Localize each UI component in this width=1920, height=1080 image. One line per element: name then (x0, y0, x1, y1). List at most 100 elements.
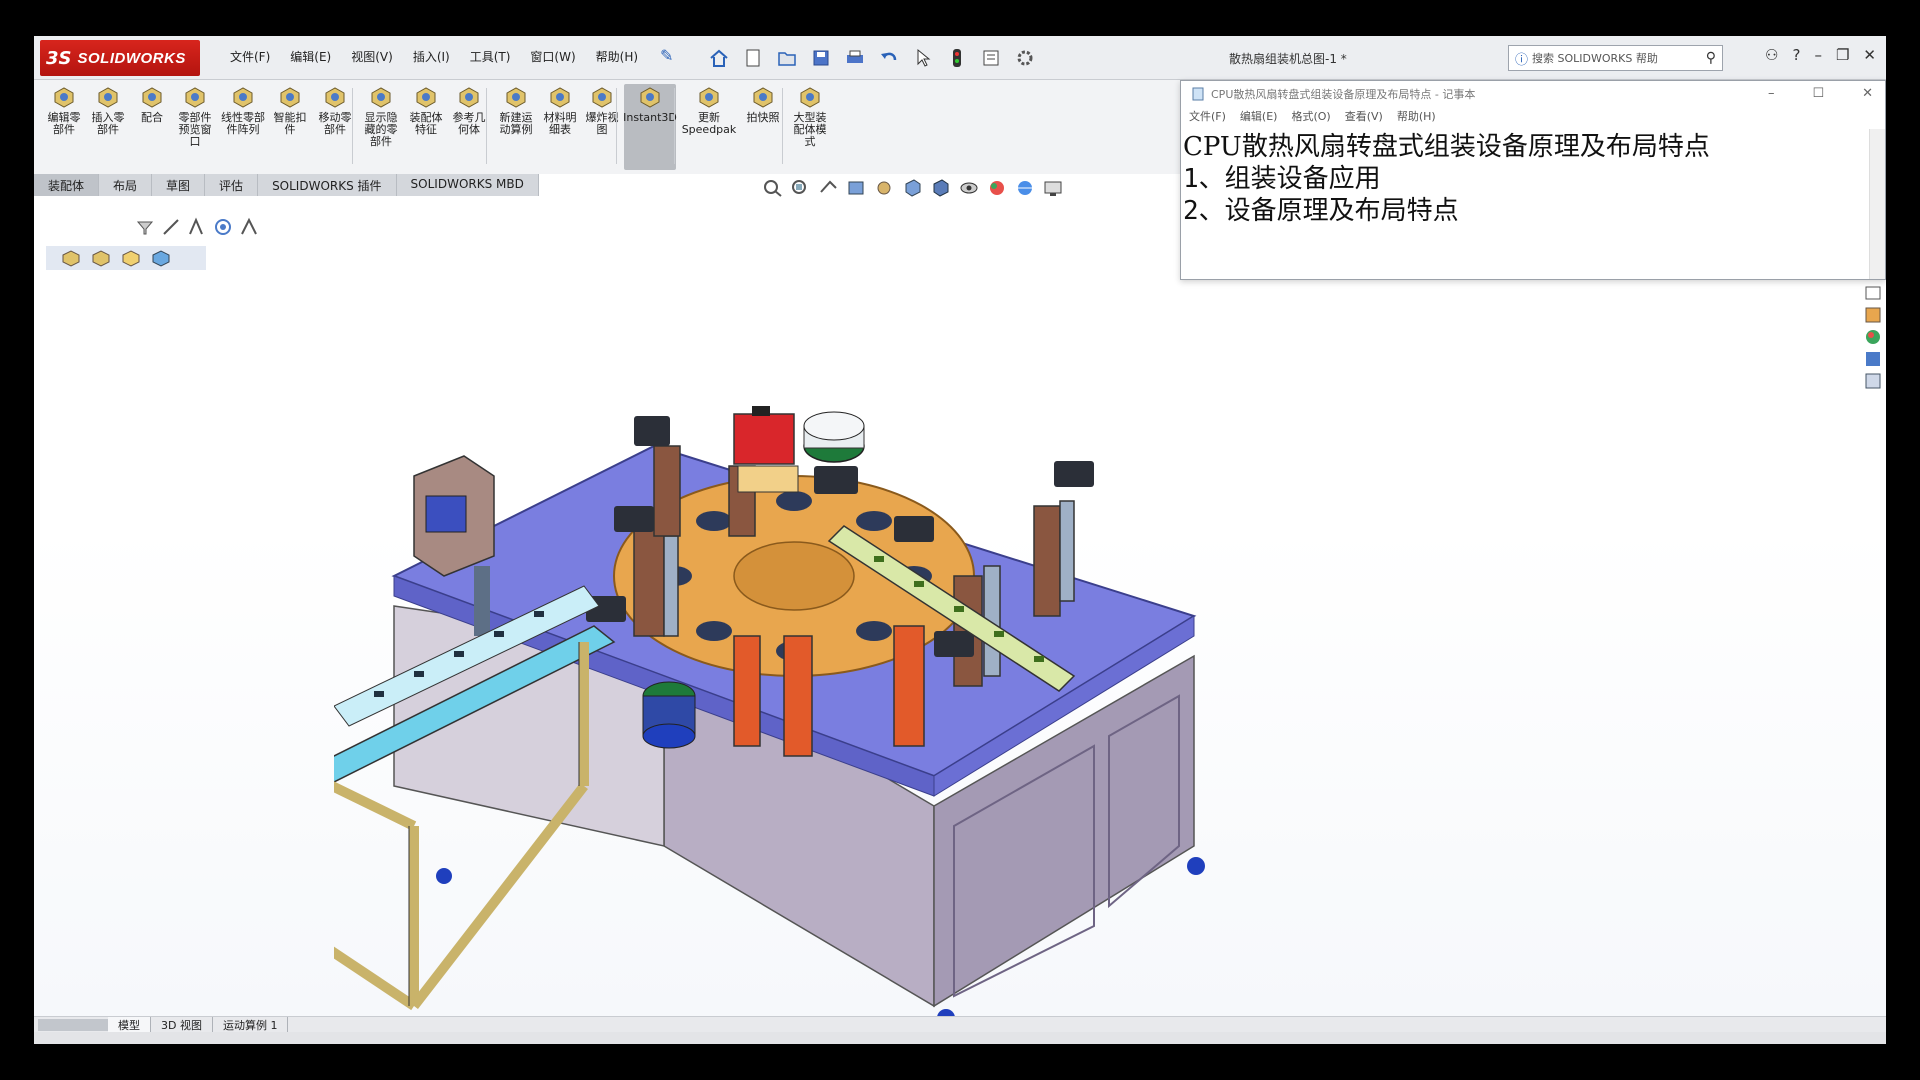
notepad-minimize-icon[interactable]: – (1768, 86, 1775, 101)
cmd-button-linear-pattern[interactable]: 线性零部 件阵列 (218, 84, 268, 136)
file-properties-icon[interactable] (976, 44, 1006, 72)
assembly-feature-icon (416, 87, 436, 108)
display-manager-icon[interactable] (150, 248, 172, 268)
configuration-manager-icon[interactable] (120, 248, 142, 268)
cmd-button-instant3d[interactable]: Instant3D (623, 84, 677, 170)
notepad-menu-format[interactable]: 格式(O) (1291, 108, 1330, 124)
save-icon[interactable] (806, 44, 836, 72)
tab-mbd[interactable]: SOLIDWORKS MBD (396, 174, 539, 196)
heads-up-view-toolbar (762, 178, 1064, 198)
view-orientation-icon[interactable] (902, 178, 924, 198)
options-gear-icon[interactable] (1010, 44, 1040, 72)
menu-edit[interactable]: 编辑(E) (280, 48, 341, 65)
sketch-relation-icon[interactable] (186, 216, 208, 238)
help-icon: ⓘ (1515, 52, 1529, 68)
notepad-text-area[interactable]: CPU散热风扇转盘式组装设备原理及布局特点 1、组装设备应用 2、设备原理及布局… (1181, 129, 1869, 279)
cmd-button-label: 材料明 细表 (543, 111, 577, 136)
previous-view-icon[interactable] (818, 178, 840, 198)
apply-scene-icon[interactable] (1014, 178, 1036, 198)
target-icon[interactable] (212, 216, 234, 238)
edit-appearance-icon[interactable] (986, 178, 1008, 198)
notepad-maximize-icon[interactable]: ☐ (1812, 86, 1824, 101)
hide-show-icon[interactable] (958, 178, 980, 198)
cmd-button-component-preview[interactable]: 零部件 预览窗 口 (174, 84, 216, 148)
ds-logo-mark: 3S (46, 47, 72, 69)
cmd-button-edit-component[interactable]: 编辑零 部件 (44, 84, 84, 136)
menu-help[interactable]: 帮助(H) (586, 48, 648, 65)
cmd-button-assembly-feature[interactable]: 装配体 特征 (406, 84, 446, 136)
sketch-line-icon[interactable] (160, 216, 182, 238)
cmd-button-show-hidden[interactable]: 显示隐 藏的零 部件 (360, 84, 402, 148)
menu-window[interactable]: 窗口(W) (520, 48, 585, 65)
tab-evaluate[interactable]: 评估 (205, 174, 259, 196)
display-style-icon[interactable] (930, 178, 952, 198)
task-pane-tabs (1860, 280, 1886, 410)
section-view-icon[interactable] (846, 178, 868, 198)
file-explorer-icon[interactable] (1864, 350, 1882, 368)
home-icon[interactable] (704, 44, 734, 72)
component-preview-icon (185, 87, 205, 108)
traffic-light-icon[interactable] (942, 44, 972, 72)
zoom-to-fit-icon[interactable] (762, 178, 784, 198)
pin-icon[interactable]: ✎ (660, 46, 678, 66)
view-settings-icon[interactable] (1042, 178, 1064, 198)
undo-icon[interactable] (874, 44, 904, 72)
tab-3d-views[interactable]: 3D 视图 (151, 1016, 213, 1033)
open-folder-icon[interactable] (772, 44, 802, 72)
tab-layout[interactable]: 布局 (99, 174, 153, 196)
close-icon[interactable]: ✕ (1863, 46, 1876, 64)
cmd-button-smart-fastener[interactable]: 智能扣 件 (270, 84, 310, 136)
resources-icon[interactable] (1864, 284, 1882, 302)
cmd-button-speedpak[interactable]: 更新 Speedpak (680, 84, 738, 136)
menu-insert[interactable]: 插入(I) (403, 48, 460, 65)
feature-manager-icon[interactable] (60, 248, 82, 268)
assembly-model[interactable] (334, 406, 1314, 1026)
notepad-close-icon[interactable]: ✕ (1862, 86, 1873, 101)
cmd-button-bom[interactable]: 材料明 细表 (540, 84, 580, 136)
restore-icon[interactable]: ❐ (1836, 46, 1849, 64)
smart-dimension-icon[interactable] (238, 216, 260, 238)
zoom-area-icon[interactable] (790, 178, 812, 198)
new-document-icon[interactable] (738, 44, 768, 72)
tab-sketch[interactable]: 草图 (152, 174, 206, 196)
search-icon[interactable]: ⚲ (1706, 50, 1716, 66)
user-icon[interactable]: ⚇ (1765, 46, 1778, 64)
cmd-button-insert-component[interactable]: 插入零 部件 (86, 84, 130, 136)
cmd-button-motion-study[interactable]: 新建运 动算例 (494, 84, 538, 136)
notepad-menu-help[interactable]: 帮助(H) (1397, 108, 1436, 124)
select-icon[interactable] (908, 44, 938, 72)
cmd-button-reference-geometry[interactable]: 参考几 何体 (448, 84, 490, 136)
menu-tools[interactable]: 工具(T) (460, 48, 521, 65)
graphics-area[interactable] (34, 196, 1886, 1026)
filter-icon[interactable] (134, 216, 156, 238)
notepad-menu-view[interactable]: 查看(V) (1345, 108, 1383, 124)
cmd-button-large-assembly[interactable]: 大型装 配体模 式 (788, 84, 832, 148)
dynamic-annotation-icon[interactable] (874, 178, 896, 198)
cmd-button-mate[interactable]: 配合 (134, 84, 170, 124)
linear-pattern-icon (233, 87, 253, 108)
design-library-icon[interactable] (1864, 306, 1882, 324)
show-hidden-icon (371, 87, 391, 108)
menu-file[interactable]: 文件(F) (220, 48, 280, 65)
tab-model[interactable]: 模型 (108, 1016, 151, 1033)
custom-properties-icon[interactable] (1864, 372, 1882, 390)
property-manager-icon[interactable] (90, 248, 112, 268)
cmd-button-snapshot[interactable]: 拍快照 (742, 84, 784, 124)
notepad-menu-file[interactable]: 文件(F) (1189, 108, 1226, 124)
tab-scroll-control[interactable] (38, 1018, 108, 1031)
notepad-menu-edit[interactable]: 编辑(E) (1240, 108, 1278, 124)
notepad-line: 2、设备原理及布局特点 (1183, 196, 1459, 226)
print-icon[interactable] (840, 44, 870, 72)
help-search-box[interactable]: ⓘ 搜索 SOLIDWORKS 帮助 ⚲ (1508, 45, 1723, 71)
solidworks-logo[interactable]: 3S SOLIDWORKS (40, 40, 200, 76)
tab-motion-study[interactable]: 运动算例 1 (213, 1016, 289, 1033)
cmd-button-label: 配合 (141, 111, 163, 124)
tab-addins[interactable]: SOLIDWORKS 插件 (258, 174, 397, 196)
notepad-scrollbar[interactable] (1869, 129, 1885, 279)
appearances-icon[interactable] (1864, 328, 1882, 346)
minimize-icon[interactable]: – (1814, 46, 1822, 64)
question-icon[interactable]: ? (1793, 46, 1801, 64)
tab-assembly[interactable]: 装配体 (34, 174, 100, 196)
notepad-line: 1、组装设备应用 (1183, 164, 1381, 194)
menu-view[interactable]: 视图(V) (341, 48, 403, 65)
